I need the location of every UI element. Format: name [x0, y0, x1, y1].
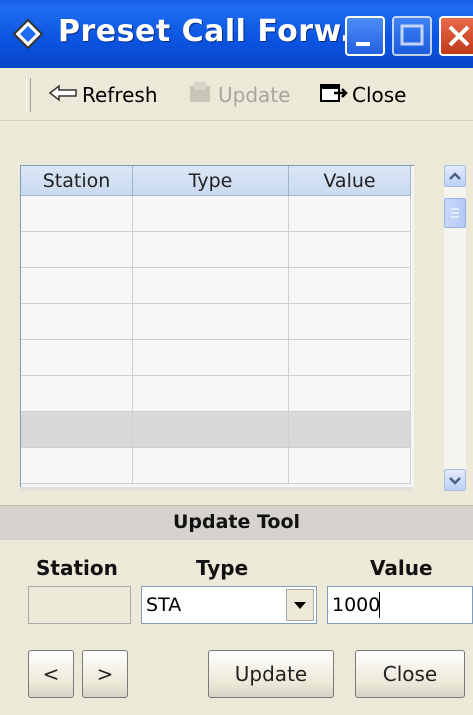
close-window-button[interactable] [439, 16, 473, 56]
update-toolbar-button[interactable]: Update [188, 81, 291, 109]
next-button[interactable]: > [82, 650, 128, 698]
table-row[interactable] [21, 448, 411, 484]
close-label: Close [352, 83, 407, 107]
value-label: Value [370, 556, 433, 580]
cell-station[interactable] [21, 232, 133, 268]
cell-value[interactable] [289, 304, 411, 340]
cell-station[interactable] [21, 340, 133, 376]
close-button[interactable]: Close [355, 650, 465, 698]
type-dropdown-button[interactable] [286, 589, 314, 621]
refresh-arrow-icon [48, 83, 78, 108]
scroll-down-button[interactable] [444, 469, 466, 491]
cell-station[interactable] [21, 268, 133, 304]
window-title: Preset Call Forw... [58, 14, 376, 49]
scroll-thumb[interactable] [444, 198, 466, 228]
cell-type[interactable] [133, 340, 289, 376]
text-caret [379, 592, 380, 618]
close-toolbar-button[interactable]: Close [320, 82, 406, 108]
table-row[interactable] [21, 232, 411, 268]
cell-type[interactable] [133, 412, 289, 448]
cell-station[interactable] [21, 412, 133, 448]
cell-value[interactable] [289, 232, 411, 268]
station-field[interactable] [28, 586, 131, 624]
minimize-button[interactable] [345, 16, 385, 56]
scroll-up-icon [449, 172, 461, 180]
table-row[interactable] [21, 196, 411, 232]
refresh-button[interactable]: Refresh [48, 82, 158, 108]
cell-type[interactable] [133, 304, 289, 340]
cell-value[interactable] [289, 448, 411, 484]
scroll-down-icon [449, 477, 461, 485]
table-row[interactable] [21, 376, 411, 412]
update-button[interactable]: Update [208, 650, 334, 698]
column-header-type[interactable]: Type [133, 166, 289, 196]
cell-station[interactable] [21, 448, 133, 484]
preset-diamond-icon [12, 18, 44, 50]
title-bar[interactable]: Preset Call Forw... [0, 0, 473, 68]
cell-type[interactable] [133, 268, 289, 304]
cell-value[interactable] [289, 268, 411, 304]
value-field[interactable]: 1000 [327, 586, 473, 624]
type-label: Type [196, 556, 249, 580]
previous-button[interactable]: < [28, 650, 74, 698]
column-header-station[interactable]: Station [21, 166, 133, 196]
station-label: Station [36, 556, 118, 580]
maximize-button[interactable] [392, 16, 432, 56]
cell-station[interactable] [21, 196, 133, 232]
value-field-text: 1000 [332, 594, 381, 616]
update-label: Update [218, 83, 291, 107]
cell-station[interactable] [21, 304, 133, 340]
cell-type[interactable] [133, 196, 289, 232]
toolbar-strip [0, 121, 473, 165]
refresh-label: Refresh [82, 83, 158, 107]
forward-grid[interactable]: Station Type Value [20, 165, 414, 488]
cell-type[interactable] [133, 376, 289, 412]
close-window-icon [320, 82, 348, 109]
table-row[interactable] [21, 340, 411, 376]
table-row[interactable] [21, 268, 411, 304]
grid-border [20, 487, 413, 491]
update-icon [188, 81, 214, 109]
cell-value[interactable] [289, 376, 411, 412]
cell-type[interactable] [133, 448, 289, 484]
cell-value[interactable] [289, 196, 411, 232]
update-tool-title: Update Tool [172, 511, 301, 533]
toolbar-grip[interactable] [26, 78, 31, 112]
minimize-icon [356, 42, 370, 46]
dropdown-arrow-icon [294, 602, 306, 609]
cell-type[interactable] [133, 232, 289, 268]
cell-station[interactable] [21, 376, 133, 412]
table-row[interactable] [21, 412, 411, 448]
scroll-up-button[interactable] [444, 165, 466, 187]
close-icon [448, 25, 470, 47]
column-header-value[interactable]: Value [289, 166, 411, 196]
cell-value[interactable] [289, 340, 411, 376]
table-row[interactable] [21, 304, 411, 340]
type-select[interactable]: STA [141, 586, 317, 624]
type-select-value: STA [146, 594, 182, 616]
grid-header: Station Type Value [21, 166, 411, 196]
toolbar: Refresh Update Close [0, 68, 473, 121]
maximize-icon [400, 24, 424, 46]
vertical-scrollbar[interactable] [444, 165, 466, 491]
cell-value[interactable] [289, 412, 411, 448]
